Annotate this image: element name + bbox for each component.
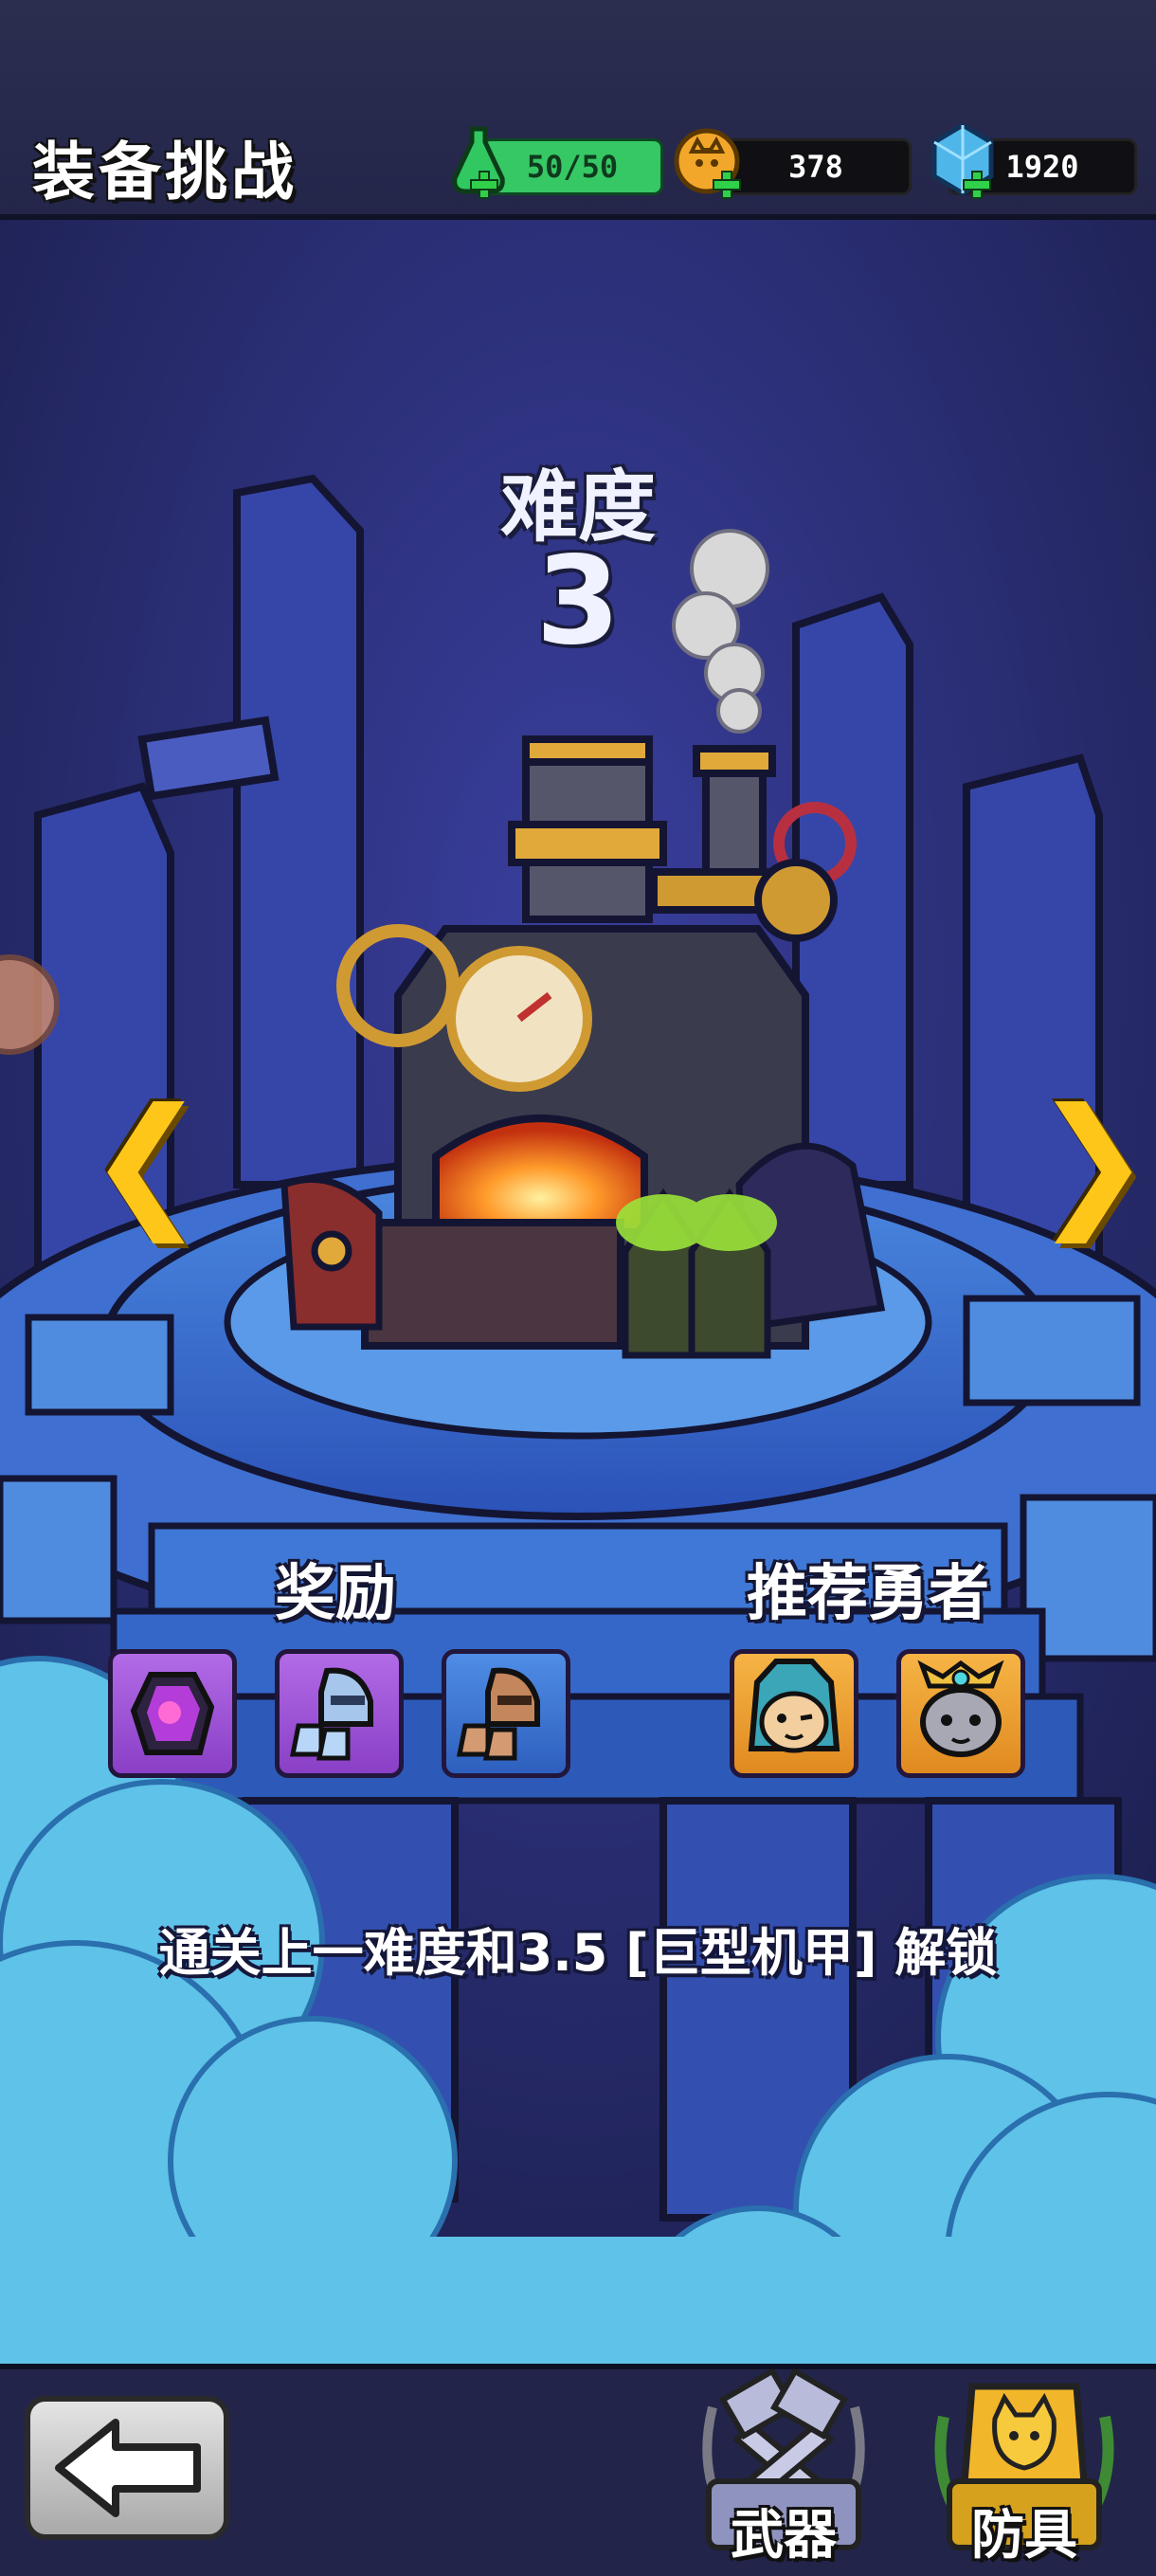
gem-value: 1920 — [1005, 149, 1079, 185]
weapons-tab[interactable]: 武器 — [675, 2369, 893, 2570]
hero-slot-1[interactable] — [730, 1649, 858, 1778]
next-difficulty-button[interactable]: ❯ — [1033, 1090, 1152, 1232]
reward-slot-2[interactable] — [275, 1649, 404, 1778]
add-gem-icon[interactable] — [963, 171, 991, 199]
previous-difficulty-button[interactable]: ❮ — [87, 1090, 207, 1232]
unlock-requirement-text: 通关上一难度和3.5 [巨型机甲] 解锁 — [158, 1923, 998, 1983]
armor-tab[interactable]: 防具 — [915, 2369, 1133, 2570]
back-arrow-icon — [55, 2419, 201, 2517]
rewards-label: 奖励 — [275, 1559, 396, 1629]
coin-counter[interactable]: 378 — [720, 138, 912, 195]
hero-slot-2[interactable] — [896, 1649, 1025, 1778]
forge-scene-illustration — [0, 214, 1156, 2458]
hooded-cat-hero-icon — [748, 1659, 840, 1753]
add-energy-icon[interactable] — [470, 171, 498, 199]
silver-helmet-boots-icon — [289, 1667, 373, 1761]
weapons-tab-label: 武器 — [731, 2505, 837, 2567]
reward-slot-3[interactable] — [442, 1649, 570, 1778]
bronze-helmet-boots-icon — [456, 1667, 540, 1761]
recommended-heroes-label: 推荐勇者 — [747, 1559, 989, 1629]
dark-gem-icon — [130, 1672, 215, 1755]
page-title: 装备挑战 — [32, 136, 298, 209]
coin-value: 378 — [788, 149, 843, 185]
back-button[interactable] — [25, 2396, 229, 2540]
reward-slot-1[interactable] — [108, 1649, 237, 1778]
crowned-cat-hero-icon — [917, 1660, 1004, 1757]
add-coin-icon[interactable] — [713, 171, 741, 199]
energy-value: 50/50 — [526, 149, 619, 185]
difficulty-level: 3 — [535, 531, 621, 672]
armor-tab-label: 防具 — [971, 2505, 1077, 2567]
